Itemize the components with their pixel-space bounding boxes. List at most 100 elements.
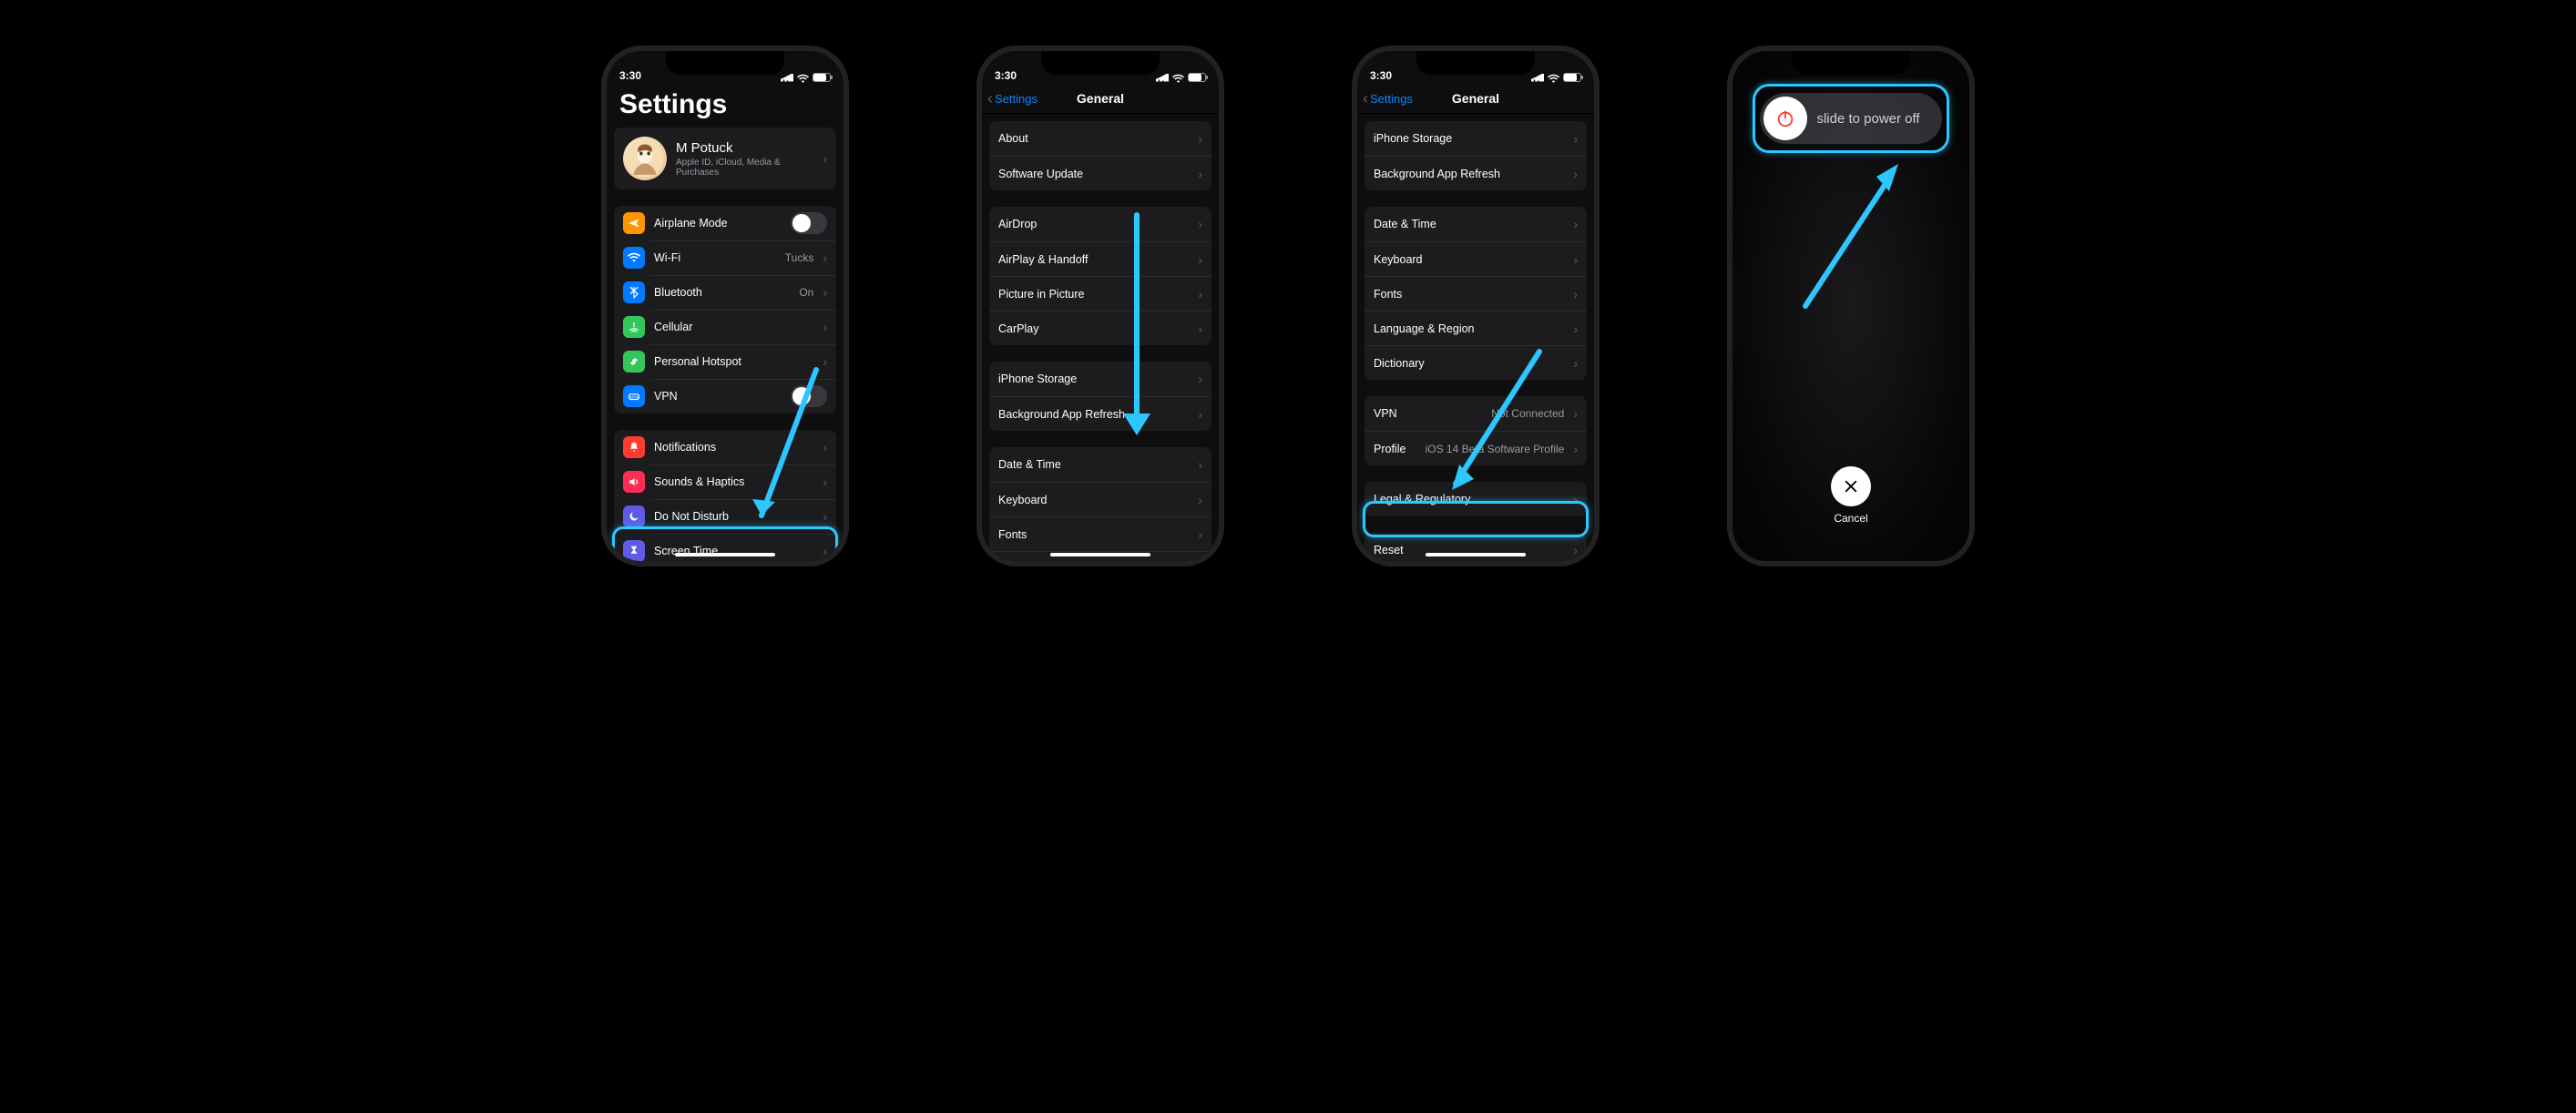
- row-date-time[interactable]: Date & Time›: [1365, 207, 1587, 241]
- chevron-left-icon: ‹: [1363, 93, 1368, 104]
- chevron-right-icon: ›: [823, 509, 827, 524]
- home-indicator[interactable]: [1426, 553, 1526, 556]
- home-indicator[interactable]: [675, 553, 775, 556]
- notch: [1041, 51, 1160, 75]
- chevron-right-icon: ›: [823, 475, 827, 489]
- link-icon: [623, 351, 645, 373]
- row-label: Fonts: [998, 528, 1189, 541]
- back-button[interactable]: ‹ Settings: [1363, 92, 1413, 106]
- settings-row-screen-time[interactable]: Screen Time›: [614, 534, 836, 567]
- scroll-area[interactable]: iPhone Storage›Background App Refresh›Da…: [1357, 114, 1594, 561]
- status-icons: [781, 73, 831, 82]
- row-iphone-storage[interactable]: iPhone Storage›: [989, 362, 1211, 396]
- row-legal-regulatory[interactable]: Legal & Regulatory›: [1365, 482, 1587, 516]
- list-group: iPhone Storage›Background App Refresh›: [989, 362, 1211, 431]
- row-label: Personal Hotspot: [654, 355, 813, 368]
- bell-icon: [623, 436, 645, 458]
- row-label: iPhone Storage: [1374, 132, 1564, 145]
- row-software-update[interactable]: Software Update›: [989, 156, 1211, 190]
- row-dictionary[interactable]: Dictionary›: [1365, 345, 1587, 380]
- speaker-icon: [623, 471, 645, 493]
- row-label: VPN: [654, 390, 782, 403]
- chevron-right-icon: ›: [1198, 217, 1202, 231]
- row-date-time[interactable]: Date & Time›: [989, 447, 1211, 482]
- row-label: AirPlay & Handoff: [998, 253, 1189, 266]
- row-reset[interactable]: Reset›: [1365, 533, 1587, 561]
- toggle[interactable]: [791, 385, 827, 407]
- row-language-region[interactable]: Language & Region›: [1365, 311, 1587, 345]
- list-group: VPNNot Connected›ProfileiOS 14 Beta Soft…: [1365, 396, 1587, 465]
- row-label: Cellular: [654, 321, 813, 333]
- row-picture-in-picture[interactable]: Picture in Picture›: [989, 276, 1211, 311]
- row-fonts[interactable]: Fonts›: [1365, 276, 1587, 311]
- row-label: Software Update: [998, 168, 1189, 180]
- back-button[interactable]: ‹ Settings: [987, 92, 1038, 106]
- row-label: Date & Time: [1374, 218, 1564, 230]
- chevron-right-icon: ›: [823, 440, 827, 454]
- cancel-button[interactable]: Cancel: [1831, 466, 1871, 525]
- list-group: iPhone Storage›Background App Refresh›: [1365, 121, 1587, 190]
- settings-row-notifications[interactable]: Notifications›: [614, 430, 836, 465]
- list-group: AirDrop›AirPlay & Handoff›Picture in Pic…: [989, 207, 1211, 345]
- screen-general-top: 3:30 ‹ Settings General About›Software U…: [982, 51, 1219, 561]
- chevron-right-icon: ›: [1198, 322, 1202, 336]
- row-background-app-refresh[interactable]: Background App Refresh›: [989, 396, 1211, 431]
- row-fonts[interactable]: Fonts›: [989, 516, 1211, 551]
- settings-row-cellular[interactable]: Cellular ›: [614, 310, 836, 344]
- screen-settings: 3:30 Settings M Potuck Apple ID, iCloud,…: [607, 51, 843, 561]
- row-label: Fonts: [1374, 288, 1564, 301]
- toggle[interactable]: [791, 212, 827, 234]
- signal-icon: [1156, 74, 1169, 82]
- chevron-right-icon: ›: [1198, 493, 1202, 507]
- row-carplay[interactable]: CarPlay›: [989, 311, 1211, 345]
- chevron-right-icon: ›: [823, 354, 827, 369]
- hourglass-icon: [623, 540, 645, 562]
- row-airdrop[interactable]: AirDrop›: [989, 207, 1211, 241]
- settings-row-airplane-mode[interactable]: Airplane Mode: [614, 206, 836, 240]
- chevron-right-icon: ›: [823, 320, 827, 334]
- vpn-icon: VPN: [623, 385, 645, 407]
- row-label: About: [998, 132, 1189, 145]
- chevron-right-icon: ›: [823, 151, 827, 166]
- power-off-slider[interactable]: slide to power off: [1760, 93, 1942, 144]
- status-icons: [1531, 73, 1581, 82]
- row-keyboard[interactable]: Keyboard›: [989, 482, 1211, 516]
- row-value: Not Connected: [1491, 407, 1564, 420]
- row-label: Language & Region: [1374, 322, 1564, 335]
- row-about[interactable]: About ›: [989, 121, 1211, 156]
- list-group: About › Software Update›: [989, 121, 1211, 190]
- wifi-icon: [623, 247, 645, 269]
- slider-label: slide to power off: [1811, 111, 1942, 127]
- row-label: Picture in Picture: [998, 288, 1189, 301]
- row-iphone-storage[interactable]: iPhone Storage›: [1365, 121, 1587, 156]
- settings-row-sounds-haptics[interactable]: Sounds & Haptics›: [614, 465, 836, 499]
- chevron-right-icon: ›: [1573, 356, 1578, 371]
- row-label: VPN: [1374, 407, 1482, 420]
- scroll-area[interactable]: About›Software Update›AirDrop›AirPlay & …: [982, 114, 1219, 561]
- battery-icon: [1563, 73, 1581, 82]
- moon-icon: [623, 505, 645, 527]
- row-background-app-refresh[interactable]: Background App Refresh›: [1365, 156, 1587, 190]
- row-keyboard[interactable]: Keyboard›: [1365, 241, 1587, 276]
- row-profile[interactable]: ProfileiOS 14 Beta Software Profile›: [1365, 431, 1587, 465]
- settings-row-vpn[interactable]: VPN VPN: [614, 379, 836, 414]
- row-vpn[interactable]: VPNNot Connected›: [1365, 396, 1587, 431]
- row-value: iOS 14 Beta Software Profile: [1426, 443, 1565, 455]
- row-label: Legal & Regulatory: [1374, 493, 1564, 505]
- settings-row-do-not-disturb[interactable]: Do Not Disturb›: [614, 499, 836, 534]
- power-icon-knob[interactable]: [1763, 97, 1807, 140]
- settings-row-wi-fi[interactable]: Wi-FiTucks›: [614, 240, 836, 275]
- apple-id-cell[interactable]: M Potuck Apple ID, iCloud, Media & Purch…: [614, 128, 836, 189]
- nav-bar: ‹ Settings General: [1357, 84, 1594, 114]
- settings-row-bluetooth[interactable]: BluetoothOn›: [614, 275, 836, 310]
- row-airplay-handoff[interactable]: AirPlay & Handoff›: [989, 241, 1211, 276]
- battery-icon: [813, 73, 831, 82]
- notch: [1792, 51, 1910, 75]
- phone-1: 3:30 Settings M Potuck Apple ID, iCloud,…: [601, 46, 849, 567]
- list-group: Legal & Regulatory›: [1365, 482, 1587, 516]
- chevron-right-icon: ›: [1198, 131, 1202, 146]
- home-indicator[interactable]: [1050, 553, 1150, 556]
- settings-row-personal-hotspot[interactable]: Personal Hotspot ›: [614, 344, 836, 379]
- wifi-icon: [1172, 73, 1184, 82]
- bluetooth-icon: [623, 281, 645, 303]
